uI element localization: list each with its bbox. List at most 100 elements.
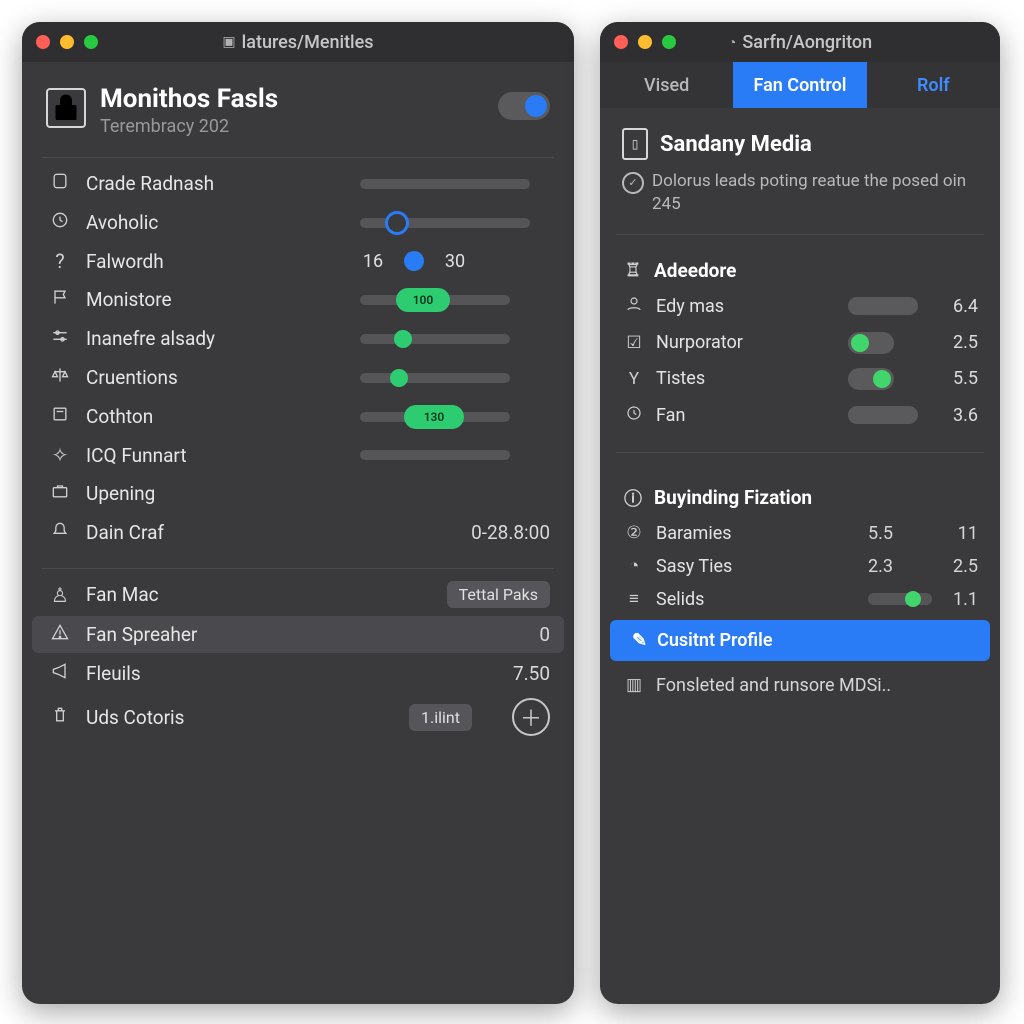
section-buyinding: ⓘ Buyinding Fization xyxy=(600,471,1000,517)
toggle[interactable] xyxy=(848,332,894,354)
person-icon xyxy=(622,295,646,318)
row-custom-profile[interactable]: ✎ Cusitnt Profile xyxy=(610,620,990,661)
window-zoom-icon[interactable] xyxy=(84,35,98,49)
spark-icon: ✧ xyxy=(46,443,74,467)
slider[interactable]: 100 xyxy=(360,295,510,305)
row-sasy-ties[interactable]: ◔ Sasy Ties 2.3 2.5 xyxy=(600,550,1000,583)
balance-icon xyxy=(46,365,74,390)
window-title-left: ▣ latures/Menitles xyxy=(22,32,574,53)
window-title-left-text: latures/Menitles xyxy=(242,32,374,53)
range-readout: 16 30 xyxy=(360,251,468,272)
media-header: ▯ Sandany Media ✓ Dolorus leads poting r… xyxy=(600,108,1000,224)
row-nurporator[interactable]: ☑ Nurporator 2.5 xyxy=(600,325,1000,361)
slider[interactable] xyxy=(360,373,510,383)
row-label: Monistore xyxy=(86,288,360,311)
row-label: Cruentions xyxy=(86,366,360,389)
row-fleuils[interactable]: Fleuils 7.50 xyxy=(22,655,574,692)
row-icq-funnart[interactable]: ✧ ICQ Funnart xyxy=(22,436,574,474)
col-1: 5.5 xyxy=(868,523,928,544)
row-footer[interactable]: ▥ Fonsleted and runsore MDSi.. xyxy=(600,665,1000,706)
tab-fan-control[interactable]: Fan Control xyxy=(733,62,866,108)
lock-icon xyxy=(46,88,86,128)
value-pill: 100 xyxy=(396,288,450,312)
row-label: Cothton xyxy=(86,405,360,428)
row-cothton[interactable]: Cothton 130 xyxy=(22,397,574,436)
media-description: ✓ Dolorus leads poting reatue the posed … xyxy=(622,170,978,216)
row-fan[interactable]: Fan 3.6 xyxy=(600,397,1000,434)
media-description-text: Dolorus leads poting reatue the posed oi… xyxy=(652,170,978,216)
progress-bar xyxy=(848,406,918,424)
window-fan-control: ◔ Sarfn/Aongriton Vised Fan Control Rolf… xyxy=(600,22,1000,1004)
row-value: 0 xyxy=(510,623,550,646)
row-cruentions[interactable]: Cruentions xyxy=(22,358,574,397)
row-upening[interactable]: Upening xyxy=(22,474,574,513)
row-label: Fan Spreaher xyxy=(86,623,510,646)
tower-icon: ♖ xyxy=(622,260,644,281)
window-minimize-icon[interactable] xyxy=(638,35,652,49)
chip-ilint[interactable]: 1.ilint xyxy=(409,704,472,731)
range-min: 16 xyxy=(360,251,386,272)
window-minimize-icon[interactable] xyxy=(60,35,74,49)
row-value: 3.6 xyxy=(938,405,978,426)
window-close-icon[interactable] xyxy=(36,35,50,49)
tabs: Vised Fan Control Rolf xyxy=(600,62,1000,108)
window-zoom-icon[interactable] xyxy=(662,35,676,49)
row-edy-mas[interactable]: Edy mas 6.4 xyxy=(600,288,1000,325)
toggle[interactable] xyxy=(848,368,894,390)
col-2: 1.1 xyxy=(928,589,978,610)
row-fan-mac[interactable]: ♙ Fan Mac Tettal Paks xyxy=(22,575,574,614)
check-icon: ✓ xyxy=(622,172,644,194)
row-tistes[interactable]: Y Tistes 5.5 xyxy=(600,361,1000,397)
row-label: Tistes xyxy=(656,368,848,389)
row-label: Selids xyxy=(656,589,868,610)
chip-tettal-paks[interactable]: Tettal Paks xyxy=(447,581,550,608)
row-dain-craf[interactable]: Dain Craf 0-28.8:00 xyxy=(22,513,574,552)
row-baramies[interactable]: ② Baramies 5.5 11 xyxy=(600,517,1000,550)
section-adeedore-label: Adeedore xyxy=(654,259,736,282)
layout-icon: ▥ xyxy=(622,675,646,695)
flag-icon xyxy=(46,287,74,312)
col-1: 2.3 xyxy=(868,556,928,577)
value-pill: 130 xyxy=(404,405,464,429)
slider[interactable] xyxy=(360,218,530,228)
row-inanefre[interactable]: Inanefre alsady xyxy=(22,319,574,358)
row-monistore[interactable]: Monistore 100 xyxy=(22,280,574,319)
slider[interactable]: 130 xyxy=(360,412,510,422)
master-toggle[interactable] xyxy=(498,92,550,120)
row-uds-cotoris[interactable]: Uds Cotoris 1.ilint ＋ xyxy=(22,692,574,742)
row-label: Dain Craf xyxy=(86,521,430,544)
note-icon xyxy=(46,404,74,429)
trash-icon xyxy=(46,705,74,730)
timer-icon: ◔ xyxy=(728,34,736,51)
panel-header: Monithos Fasls Terembracy 202 xyxy=(22,62,574,151)
question-icon: ? xyxy=(46,249,74,273)
panel-subtitle: Terembracy 202 xyxy=(100,116,498,137)
row-fan-spreaher[interactable]: Fan Spreaher 0 xyxy=(32,616,564,653)
section-adeedore: ♖ Adeedore xyxy=(600,245,1000,288)
slider[interactable] xyxy=(360,179,530,189)
tab-rolf[interactable]: Rolf xyxy=(867,62,1000,108)
clock-icon xyxy=(46,210,74,235)
shield-icon xyxy=(46,171,74,196)
mini-slider[interactable] xyxy=(868,593,932,605)
slider[interactable] xyxy=(360,450,510,460)
checkbox-icon: ☑ xyxy=(622,333,646,353)
slider[interactable] xyxy=(360,334,510,344)
progress-bar xyxy=(848,297,918,315)
range-max: 30 xyxy=(442,251,468,272)
row-avoholic[interactable]: Avoholic xyxy=(22,203,574,242)
row-falwordh[interactable]: ? Falwordh 16 30 xyxy=(22,242,574,280)
row-label: Fleuils xyxy=(86,662,490,685)
titlebar-left: ▣ latures/Menitles xyxy=(22,22,574,62)
row-selids[interactable]: ≡ Selids 1.1 xyxy=(600,583,1000,616)
row-label: Sasy Ties xyxy=(656,556,868,577)
range-thumb-icon[interactable] xyxy=(404,251,424,271)
row-label: Edy mas xyxy=(656,296,848,317)
title-badge-icon: ▣ xyxy=(222,34,235,50)
add-button[interactable]: ＋ xyxy=(512,698,550,736)
info-icon: ⓘ xyxy=(622,485,644,511)
window-close-icon[interactable] xyxy=(614,35,628,49)
tab-vised[interactable]: Vised xyxy=(600,62,733,108)
row-crade-radnash[interactable]: Crade Radnash xyxy=(22,164,574,203)
row-value: 7.50 xyxy=(490,662,550,685)
